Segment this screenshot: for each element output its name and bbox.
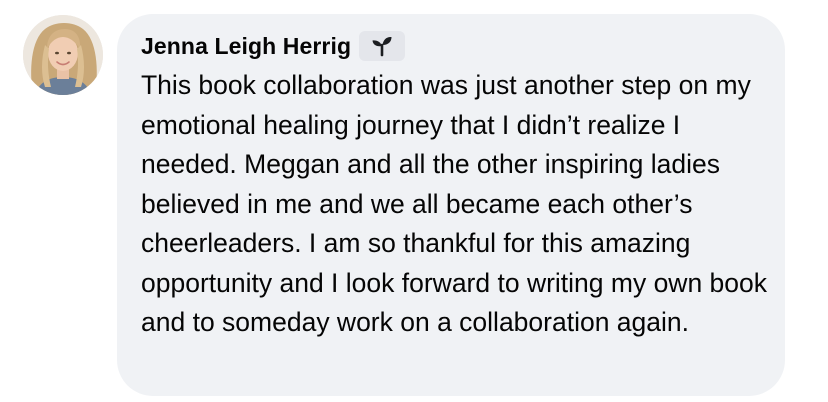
profile-photo [23,15,103,95]
comment-text: This book collaboration was just another… [141,70,768,337]
comment-bubble: Jenna Leigh Herrig This book collaborati… [117,14,785,396]
sprout-icon [372,36,392,57]
comment-author-name[interactable]: Jenna Leigh Herrig [141,33,351,60]
avatar[interactable] [23,15,103,95]
new-member-badge[interactable] [359,31,406,61]
comment-header: Jenna Leigh Herrig [141,30,765,62]
